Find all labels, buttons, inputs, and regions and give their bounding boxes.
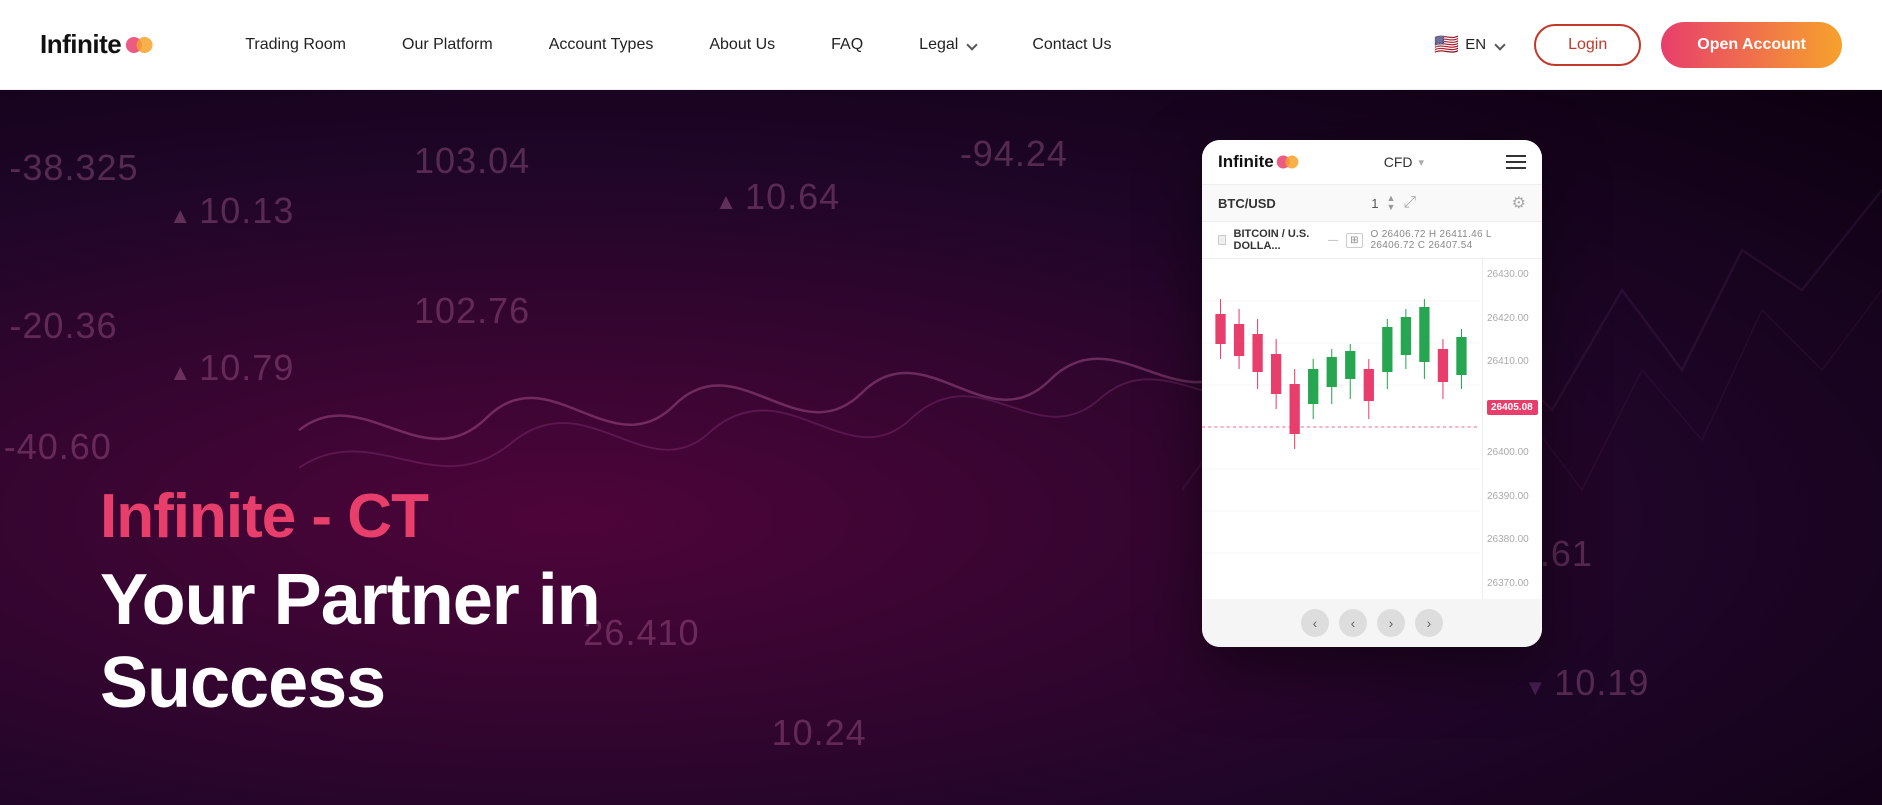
nav-item-account-types[interactable]: Account Types — [521, 0, 682, 90]
mockup-ohlc-data: O 26406.72 H 26411.46 L 26406.72 C 26407… — [1371, 229, 1526, 251]
mockup-right-controls: ⚙ — [1512, 193, 1526, 213]
nav-item-contact-us[interactable]: Contact Us — [1004, 0, 1139, 90]
nav-item-our-platform[interactable]: Our Platform — [374, 0, 521, 90]
candles-container — [1202, 259, 1480, 599]
platform-mockup: Infinite CFD ▾ BTC/USD 1 — [1202, 140, 1542, 647]
mockup-logo-icon — [1276, 153, 1302, 171]
navbar: Infinite Trading Room Our Platform Accou… — [0, 0, 1882, 90]
mockup-pair-full-name: BITCOIN / U.S. DOLLA... — [1234, 228, 1321, 252]
legal-chevron-icon — [967, 39, 978, 50]
scroll-right-btn[interactable]: › — [1415, 609, 1443, 637]
mockup-cfd-label: CFD — [1384, 154, 1413, 170]
mockup-pair-label: BTC/USD — [1218, 196, 1276, 211]
hero-content: Infinite - CT Your Partner in Success — [100, 483, 600, 725]
hero-title: Your Partner in Success — [100, 559, 600, 725]
mockup-chart-type[interactable]: ⊞ — [1346, 233, 1362, 248]
price-highlight: 26405.08 — [1487, 400, 1538, 415]
scroll-forward-btn[interactable]: › — [1377, 609, 1405, 637]
price-4: 26400.00 — [1487, 447, 1538, 458]
mockup-pair-icon — [1218, 235, 1226, 245]
mockup-chart-area: 26430.00 26420.00 26410.00 26405.08 2640… — [1202, 259, 1542, 599]
mockup-menu-icon[interactable] — [1506, 155, 1526, 169]
mockup-logo-text: Infinite — [1218, 152, 1274, 172]
mockup-controls: 1 ▲ ▼ ⤢ — [1371, 194, 1416, 212]
nav-item-faq[interactable]: FAQ — [803, 0, 891, 90]
nav-links: Trading Room Our Platform Account Types … — [217, 0, 1424, 90]
mockup-logo: Infinite — [1218, 152, 1302, 172]
price-2: 26420.00 — [1487, 313, 1538, 324]
nav-item-legal[interactable]: Legal — [891, 0, 1004, 90]
lang-chevron-icon — [1494, 39, 1505, 50]
mockup-quantity: 1 — [1371, 196, 1378, 211]
price-5: 26390.00 — [1487, 491, 1538, 502]
price-3: 26410.00 — [1487, 356, 1538, 367]
scroll-back-btn[interactable]: ‹ — [1339, 609, 1367, 637]
login-button[interactable]: Login — [1534, 24, 1641, 66]
hero-subtitle: Infinite - CT — [100, 483, 600, 551]
mockup-settings-icon[interactable]: ⚙ — [1512, 193, 1526, 213]
hero-section: -38.325 10.13 -20.36 103.04 10.79 -40.60… — [0, 90, 1882, 805]
price-axis: 26430.00 26420.00 26410.00 26405.08 2640… — [1482, 259, 1542, 599]
mockup-cfd-section: CFD ▾ — [1384, 154, 1424, 170]
flag-icon: 🇺🇸 — [1434, 32, 1459, 57]
open-account-button[interactable]: Open Account — [1661, 22, 1842, 68]
scroll-left-btn[interactable]: ‹ — [1301, 609, 1329, 637]
logo[interactable]: Infinite — [40, 29, 157, 60]
nav-item-about-us[interactable]: About Us — [681, 0, 803, 90]
candlestick-chart — [1202, 259, 1480, 599]
language-selector[interactable]: 🇺🇸 EN — [1424, 26, 1514, 63]
logo-icon — [125, 34, 157, 56]
nav-item-trading-room[interactable]: Trading Room — [217, 0, 374, 90]
mockup-expand-icon[interactable]: ⤢ — [1403, 194, 1416, 212]
mockup-cfd-chevron: ▾ — [1418, 156, 1424, 169]
logo-text: Infinite — [40, 29, 121, 60]
mockup-toolbar: BTC/USD 1 ▲ ▼ ⤢ ⚙ — [1202, 185, 1542, 222]
price-7: 26370.00 — [1487, 578, 1538, 589]
mockup-footer: ‹ ‹ › › — [1202, 599, 1542, 647]
mockup-header: Infinite CFD ▾ — [1202, 140, 1542, 185]
lang-code: EN — [1465, 36, 1486, 53]
price-1: 26430.00 — [1487, 269, 1538, 280]
mockup-minus-icon: — — [1328, 235, 1338, 246]
mockup-quantity-arrows[interactable]: ▲ ▼ — [1386, 194, 1395, 212]
mockup-info-bar: BITCOIN / U.S. DOLLA... — ⊞ O 26406.72 H… — [1202, 222, 1542, 259]
price-6: 26380.00 — [1487, 534, 1538, 545]
nav-right: 🇺🇸 EN Login Open Account — [1424, 22, 1842, 68]
